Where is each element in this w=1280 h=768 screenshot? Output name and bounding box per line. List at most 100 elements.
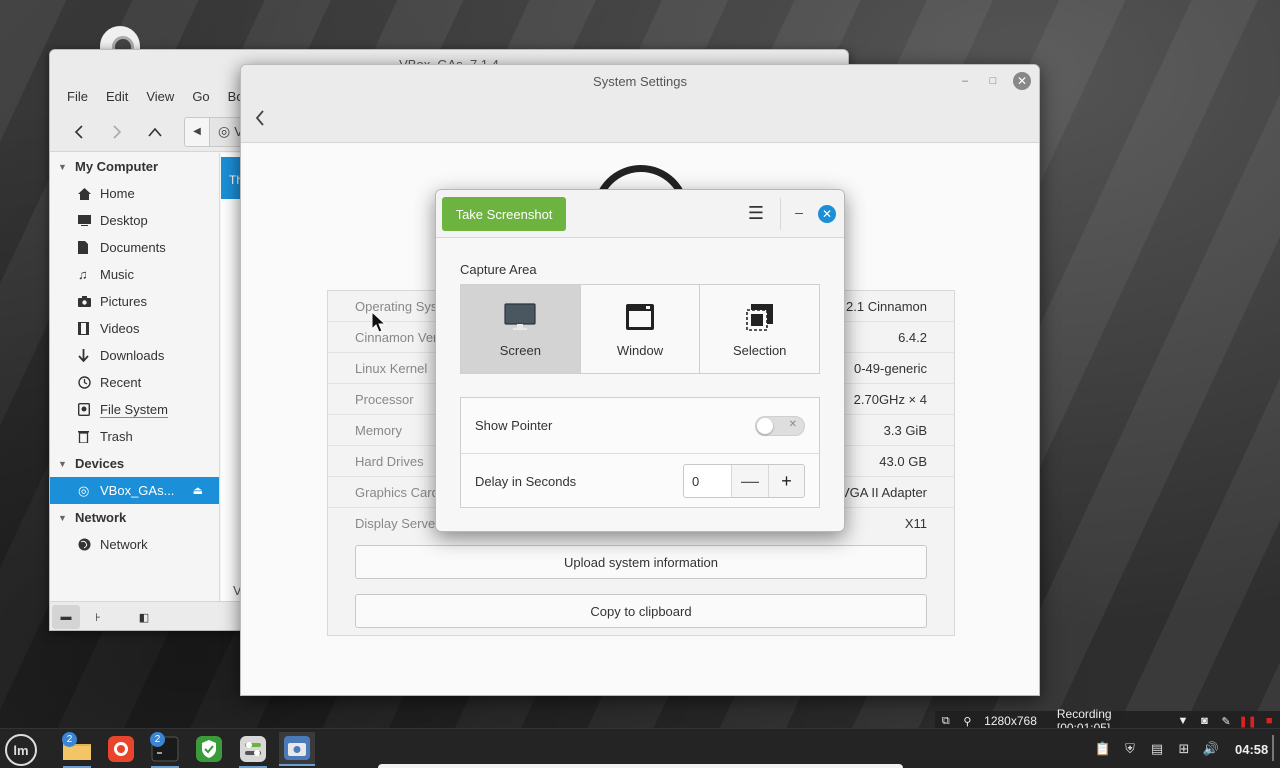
sidebar-header-network[interactable]: ▼ Network	[50, 504, 219, 531]
expand-triangle-icon: ▼	[58, 512, 67, 523]
globe-icon	[78, 538, 100, 551]
upload-system-info-button[interactable]: Upload system information	[355, 545, 927, 579]
decrement-minus-icon[interactable]: —	[732, 465, 768, 497]
capture-mode-screen[interactable]: Screen	[461, 285, 581, 373]
sidebar-item-desktop[interactable]: Desktop	[50, 207, 219, 234]
taskbar-app-screenshot[interactable]	[279, 732, 315, 766]
toggle-sidebar-icon[interactable]: ◧	[130, 605, 158, 629]
show-desktop-corner[interactable]	[1272, 735, 1274, 761]
capture-area-selector: Screen Window Selection	[460, 284, 820, 374]
hamburger-menu-icon[interactable]: ☰	[744, 204, 768, 224]
capture-area-label: Capture Area	[460, 262, 537, 277]
minimize-icon[interactable]: –	[957, 73, 973, 89]
sidebar-item-videos[interactable]: Videos	[50, 315, 219, 342]
sidebar-item-network[interactable]: Network	[50, 531, 219, 558]
menu-logo-icon[interactable]: lm	[5, 734, 37, 766]
sidebar-header-devices[interactable]: ▼ Devices	[50, 450, 219, 477]
sidebar-header-my-computer[interactable]: ▼ My Computer	[50, 153, 219, 180]
shield-tray-icon[interactable]: ⛨	[1121, 741, 1139, 757]
taskbar-app-update-manager[interactable]	[191, 732, 227, 766]
selection-icon	[745, 301, 775, 333]
volume-icon[interactable]: 🔊	[1202, 741, 1220, 757]
up-arrow-icon[interactable]	[136, 116, 174, 148]
disc-icon: ◎	[218, 123, 231, 139]
maximize-icon[interactable]: □	[985, 73, 1001, 89]
pen-icon[interactable]: ✎	[1215, 715, 1237, 728]
camera-icon[interactable]: ◙	[1194, 715, 1216, 727]
tree-view-icon[interactable]: ⊦	[84, 605, 112, 629]
capture-mode-window[interactable]: Window	[580, 285, 701, 373]
sidebar-item-vbox-disc[interactable]: ◎ VBox_GAs... ⏏	[50, 477, 219, 504]
sidebar-item-documents[interactable]: Documents	[50, 234, 219, 261]
close-icon[interactable]: ✕	[818, 205, 836, 223]
sidebar-item-music[interactable]: ♫ Music	[50, 261, 219, 288]
home-icon	[78, 187, 100, 200]
show-pointer-toggle[interactable]: ✕	[755, 415, 805, 436]
screenshot-options: Show Pointer ✕ Delay in Seconds 0 — +	[460, 397, 820, 508]
clock-icon	[78, 376, 100, 389]
clipboard-icon[interactable]: 📋	[1094, 741, 1112, 757]
settings-icon	[240, 736, 266, 762]
delay-input[interactable]: 0	[684, 465, 732, 497]
system-tray: 📋 ⛨ ▤ ⊞ 🔊 04:58	[1094, 729, 1268, 768]
mouse-pointer-icon	[371, 310, 387, 336]
desktop-icon	[78, 215, 100, 226]
close-icon[interactable]: ✕	[1013, 72, 1031, 90]
film-icon	[78, 322, 100, 335]
places-folder-icon[interactable]: ▬	[52, 605, 80, 629]
screenshot-camera-icon	[284, 736, 310, 760]
eject-icon[interactable]: ⏏	[193, 484, 203, 497]
clock[interactable]: 04:58	[1235, 742, 1268, 757]
path-toggle-button[interactable]: ◀	[184, 116, 210, 147]
sidebar-item-file-system[interactable]: File System	[50, 396, 219, 423]
take-screenshot-button[interactable]: Take Screenshot	[442, 197, 566, 231]
back-arrow-icon[interactable]	[60, 116, 98, 148]
zoom-icon[interactable]: ⚲	[957, 715, 979, 728]
taskbar-app-terminal[interactable]: 2	[147, 732, 183, 768]
stop-icon[interactable]: ■	[1258, 715, 1280, 727]
network-icon[interactable]: ⊞	[1175, 741, 1193, 757]
show-pointer-row: Show Pointer ✕	[461, 398, 819, 453]
pause-icon[interactable]: ❚❚	[1237, 715, 1259, 728]
taskbar-app-system-settings[interactable]	[235, 732, 271, 768]
taskbar: lm 2 2 📋 ⛨ ▤ ⊞ 🔊 04:58	[0, 728, 1280, 768]
menu-go[interactable]: Go	[183, 89, 218, 104]
increment-plus-icon[interactable]: +	[768, 465, 804, 497]
forward-arrow-icon[interactable]	[98, 116, 136, 148]
info-buttons: Upload system information Copy to clipbo…	[327, 538, 955, 636]
region-icon[interactable]: ⧉	[935, 715, 957, 728]
sidebar-item-downloads[interactable]: Downloads	[50, 342, 219, 369]
screenshot-header: Take Screenshot ☰ – ✕	[436, 190, 844, 238]
sidebar-item-pictures[interactable]: Pictures	[50, 288, 219, 315]
menu-file[interactable]: File	[58, 89, 97, 104]
camera-icon	[78, 296, 100, 307]
sidebar-item-trash[interactable]: Trash	[50, 423, 219, 450]
copy-to-clipboard-button[interactable]: Copy to clipboard	[355, 594, 927, 628]
delay-stepper: 0 — +	[683, 464, 805, 498]
drive-icon	[78, 403, 100, 416]
window-title: System Settings	[593, 74, 687, 89]
delay-label: Delay in Seconds	[475, 473, 577, 489]
taskbar-app-files[interactable]: 2	[59, 732, 95, 768]
sidebar-item-recent[interactable]: Recent	[50, 369, 219, 396]
expand-triangle-icon: ▼	[58, 161, 67, 172]
taskbar-app-firefox[interactable]	[103, 732, 139, 766]
download-icon	[78, 349, 100, 362]
dropdown-icon[interactable]: ▼	[1172, 715, 1194, 727]
music-icon: ♫	[78, 267, 88, 282]
disc-icon: ◎	[78, 482, 90, 498]
menu-edit[interactable]: Edit	[97, 89, 137, 104]
sidebar-item-home[interactable]: Home	[50, 180, 219, 207]
back-arrow-icon[interactable]	[255, 109, 265, 132]
monitor-icon	[504, 301, 536, 333]
minimize-icon[interactable]: –	[792, 204, 806, 224]
info-banner: Th	[221, 157, 241, 199]
screenshot-dialog: Take Screenshot ☰ – ✕ Capture Area Scree…	[435, 189, 845, 532]
show-pointer-label: Show Pointer	[475, 418, 553, 433]
document-tray-icon[interactable]: ▤	[1148, 741, 1166, 757]
delay-row: Delay in Seconds 0 — +	[461, 453, 819, 508]
menu-view[interactable]: View	[137, 89, 183, 104]
firefox-icon	[108, 736, 134, 762]
window-icon	[625, 301, 655, 333]
capture-mode-selection[interactable]: Selection	[700, 285, 820, 373]
